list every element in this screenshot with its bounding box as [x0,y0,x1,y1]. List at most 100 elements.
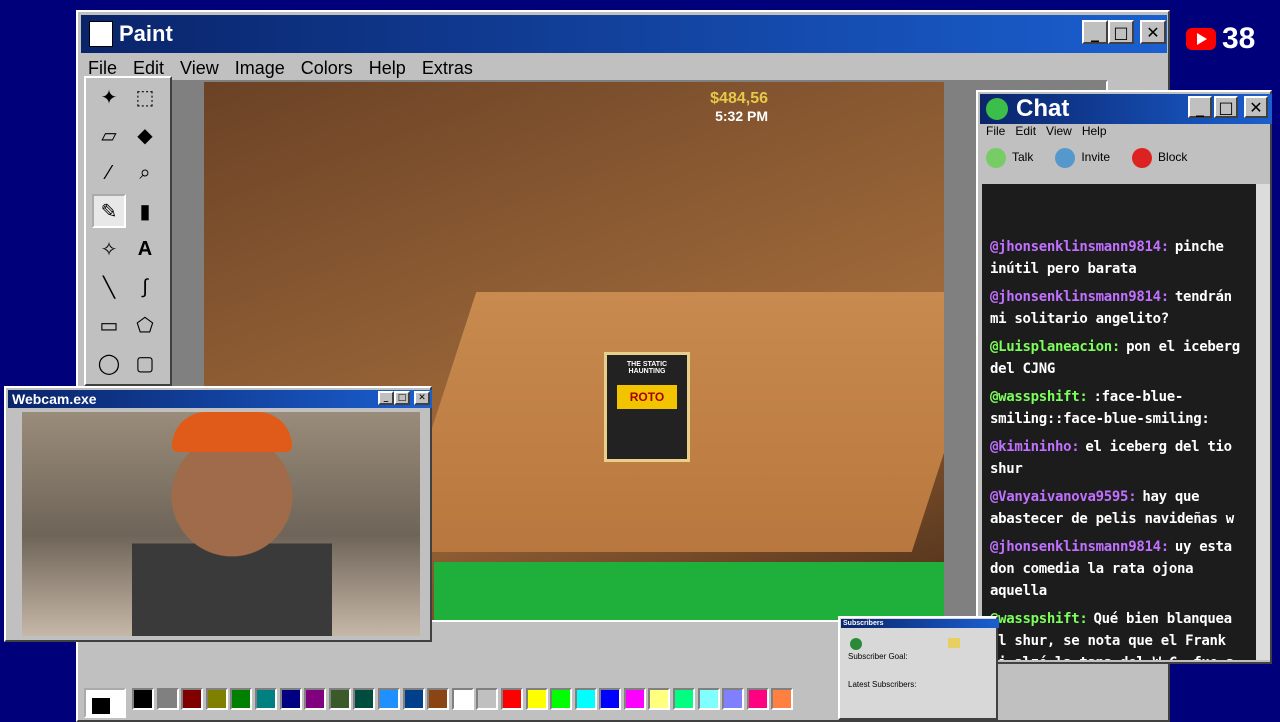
chat-menu-edit[interactable]: Edit [1015,124,1036,138]
paint-titlebar[interactable]: Paint [81,15,1167,53]
line-icon[interactable]: ╲ [92,270,126,304]
subscriber-goal: Subscriber Goal: [848,652,908,661]
color-swatch[interactable] [673,688,696,710]
color-swatch[interactable] [648,688,671,710]
color-swatch[interactable] [525,688,548,710]
streamer [132,430,332,636]
color-swatch[interactable] [599,688,622,710]
color-swatch[interactable] [156,688,179,710]
color-swatch[interactable] [254,688,277,710]
color-picker-icon[interactable]: ⁄ [92,156,126,190]
maximize-button[interactable]: □ [1108,20,1134,44]
chat-username[interactable]: @wasspshift: [990,611,1088,627]
subscribers-titlebar[interactable]: Subscribers [841,619,999,628]
rounded-rect-icon[interactable]: ▢ [128,346,162,380]
chat-username[interactable]: @jhonsenklinsmann9814: [990,289,1169,305]
rect-select-icon[interactable]: ⬚ [128,80,162,114]
color-swatch[interactable] [427,688,450,710]
streamer-cap [172,412,292,452]
chat-username[interactable]: @Luisplaneacion: [990,339,1120,355]
chat-username[interactable]: @jhonsenklinsmann9814: [990,539,1169,555]
pencil-icon[interactable]: ✎ [92,194,126,228]
color-swatch[interactable] [722,688,745,710]
chat-scrollbar[interactable] [1256,184,1270,660]
color-swatch[interactable] [230,688,253,710]
chat-close-button[interactable]: ✕ [1244,96,1268,118]
color-swatch[interactable] [132,688,154,710]
chat-message: @wasspshift::face-blue-smiling::face-blu… [990,386,1246,430]
polygon-icon[interactable]: ⬠ [128,308,162,342]
color-swatch[interactable] [623,688,646,710]
talk-label: Talk [1012,150,1034,165]
color-swatch[interactable] [746,688,769,710]
color-swatch[interactable] [377,688,400,710]
webcam-close-button[interactable]: ✕ [414,391,430,405]
chat-title: Chat [1016,95,1070,122]
subscribers-title: Subscribers [843,620,884,627]
color-swatch[interactable] [771,688,794,710]
ellipse-icon[interactable]: ◯ [92,346,126,380]
fill-icon[interactable]: ◆ [128,118,162,152]
color-swatch[interactable] [451,688,474,710]
color-swatch[interactable] [476,688,499,710]
webcam-feed [22,412,420,636]
talk-button[interactable]: Talk [986,148,1033,168]
invite-button[interactable]: Invite [1055,148,1110,168]
color-swatch[interactable] [205,688,228,710]
magnifier-icon[interactable]: ⌕ [128,156,162,190]
block-button[interactable]: Block [1132,148,1187,168]
brush-icon[interactable]: ▮ [128,194,162,228]
rectangle-icon[interactable]: ▭ [92,308,126,342]
webcam-titlebar[interactable]: Webcam.exe [8,390,432,408]
green-counter [434,562,944,620]
color-swatch[interactable] [304,688,327,710]
color-swatch[interactable] [697,688,720,710]
talk-icon [986,148,1006,168]
block-icon [1132,148,1153,168]
color-swatch[interactable] [181,688,204,710]
subscriber-count: 38 [1222,22,1256,55]
color-palette [84,688,796,718]
chat-menu-help[interactable]: Help [1082,124,1107,138]
color-swatch[interactable] [328,688,351,710]
color-swatch[interactable] [574,688,597,710]
minimize-button[interactable]: _ [1082,20,1108,44]
airbrush-icon[interactable]: ✧ [92,232,126,266]
free-select-icon[interactable]: ✦ [92,80,126,114]
color-swatch[interactable] [279,688,302,710]
game-time: 5:32 PM [715,108,768,124]
money-hud: $484,56 5:32 PM [710,90,768,124]
color-swatch[interactable] [500,688,523,710]
color-swatch[interactable] [550,688,573,710]
chat-menu-file[interactable]: File [986,124,1005,138]
chat-minimize-button[interactable]: _ [1188,96,1212,118]
eraser-icon[interactable]: ▱ [92,118,126,152]
chat-maximize-button[interactable]: □ [1214,96,1238,118]
globe-icon [850,638,862,650]
webcam-minimize-button[interactable]: _ [378,391,394,405]
text-icon[interactable]: A [128,232,162,266]
chat-username[interactable]: @Vanyaivanova9595: [990,489,1137,505]
chat-message: @kimininho: el iceberg del tio shur [990,436,1246,480]
color-swatch[interactable] [353,688,376,710]
chat-message: @wasspshift: Qué bien blanquea el shur, s… [990,608,1246,660]
color-swatch[interactable] [402,688,425,710]
chat-menu-view[interactable]: View [1046,124,1072,138]
chat-message: @jhonsenklinsmann9814: tendrán mi solitar… [990,286,1246,330]
chat-message: @Vanyaivanova9595: hay que abastecer de p… [990,486,1246,530]
box-label: ROTO [617,385,677,409]
curve-icon[interactable]: ∫ [128,270,162,304]
block-label: Block [1158,150,1188,165]
chat-username[interactable]: @kimininho: [990,439,1080,455]
folder-icon [948,638,960,648]
chat-username[interactable]: @wasspshift: [990,389,1088,405]
youtube-icon [1186,28,1216,50]
webcam-maximize-button[interactable]: □ [394,391,410,405]
close-button[interactable]: ✕ [1140,20,1166,44]
tool-palette: ✦ ⬚ ▱ ◆ ⁄ ⌕ ✎ ▮ ✧ A ╲ ∫ ▭ ⬠ ◯ ▢ [84,76,172,386]
chat-message: @jhonsenklinsmann9814: uy esta don comedi… [990,536,1246,602]
chat-menubar: File Edit View Help [986,124,1107,138]
chat-username[interactable]: @jhonsenklinsmann9814: [990,239,1169,255]
invite-icon [1055,148,1076,168]
chat-messages[interactable]: @jhonsenklinsmann9814: pinche inútil pero… [982,184,1256,660]
